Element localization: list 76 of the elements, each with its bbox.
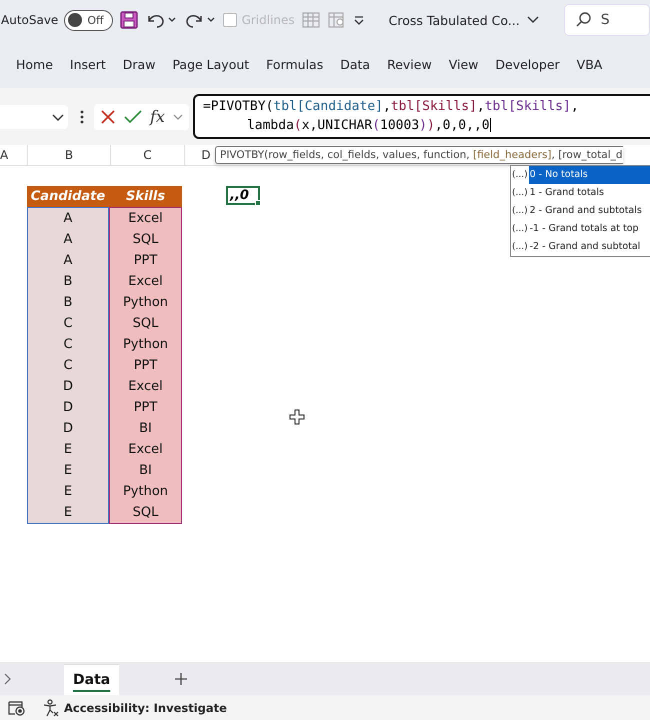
table-cell-text: D <box>62 399 74 417</box>
autocomplete-option[interactable]: 1 - Grand totals <box>528 184 650 202</box>
cell-cursor-icon <box>289 409 305 425</box>
formula-field[interactable]: =PIVOTBY(tbl[Candidate],tbl[Skills],tbl[Skills], lambda(x,UNICHAR(10003)),0,0,,0 <box>192 94 650 139</box>
table-cell-text: D <box>62 378 74 396</box>
table-cell-text: PPT <box>132 399 158 417</box>
chevron-right-icon[interactable] <box>4 672 12 684</box>
table-cell-text: PPT <box>132 357 158 375</box>
table-cell-text: E <box>62 441 74 459</box>
ribbon-tab[interactable]: Data <box>340 56 370 72</box>
more-icon[interactable] <box>80 110 84 124</box>
table-cell-text: E <box>62 504 74 522</box>
table-cell-text: SQL <box>132 315 160 333</box>
table-header-cell: Candidate <box>27 186 109 207</box>
autosave-toggle[interactable]: Off <box>64 10 113 30</box>
sheet-tab[interactable]: Data <box>64 665 120 695</box>
ribbon-tab[interactable]: Developer <box>495 56 560 72</box>
table-cell-text: Python <box>122 336 170 354</box>
check-icon[interactable] <box>124 108 142 124</box>
autocomplete-option[interactable]: -2 - Grand and subtotal <box>528 238 650 256</box>
search-icon <box>574 11 593 29</box>
ribbon-tab[interactable]: VBA <box>576 56 602 72</box>
search-field[interactable]: S <box>564 4 650 36</box>
table-cell-text: BI <box>138 462 153 480</box>
option-icon: (...) <box>511 242 529 252</box>
table-cell-text: SQL <box>132 231 160 249</box>
table-cell-text: Excel <box>127 273 164 291</box>
table-cell-text: C <box>62 315 74 333</box>
column-header[interactable]: C <box>111 145 185 165</box>
table-cell-text: A <box>62 231 74 249</box>
ribbon-tab[interactable]: Draw <box>122 56 156 72</box>
table-cell-text: D <box>62 420 74 438</box>
customize-caret-icon[interactable] <box>352 14 365 26</box>
table-cell-text: Excel <box>127 441 164 459</box>
ribbon-tab[interactable]: Home <box>16 56 53 72</box>
table-cell-text: Python <box>122 294 170 312</box>
table-cell-text: E <box>62 462 74 480</box>
ribbon-tab[interactable]: Review <box>387 56 432 72</box>
table-cell-text: PPT <box>132 252 158 270</box>
function-tooltip: PIVOTBY(row_fields, col_fields, values, function, [field_headers], [row_total_d <box>215 146 623 164</box>
table-cell-text: Python <box>122 483 170 501</box>
accessibility-status[interactable]: Accessibility: Investigate <box>64 700 227 714</box>
table-cell-text: C <box>62 357 74 375</box>
ribbon-tab[interactable]: View <box>448 56 478 72</box>
table-cell-text: E <box>62 483 74 501</box>
table-cell-text: C <box>62 336 74 354</box>
column-header[interactable]: A <box>0 145 28 165</box>
table-header-cell: Skills <box>109 186 182 207</box>
ribbon-tab[interactable]: Insert <box>70 56 106 72</box>
cancel-icon[interactable] <box>100 108 116 124</box>
active-cell[interactable]: ,,0 <box>226 186 260 205</box>
document-title[interactable]: Cross Tabulated Co... <box>388 12 520 28</box>
option-icon: (...) <box>511 224 529 234</box>
option-icon: (...) <box>511 206 529 216</box>
table-cell-text: SQL <box>132 504 160 522</box>
table-cell-text: Excel <box>127 378 164 396</box>
macro-record-icon[interactable] <box>8 700 26 716</box>
column-header[interactable]: B <box>28 145 111 165</box>
option-icon: (...) <box>511 170 529 180</box>
accessibility-icon[interactable] <box>42 698 60 716</box>
table-cell-text: A <box>62 210 74 228</box>
table-cell-text: A <box>62 252 74 270</box>
option-icon: (...) <box>511 188 529 198</box>
insert-function-button[interactable]: fx <box>150 107 165 126</box>
autocomplete-option[interactable]: 2 - Grand and subtotals <box>528 202 650 220</box>
table-cell-text: B <box>62 273 74 291</box>
add-sheet-icon[interactable] <box>174 672 188 686</box>
autocomplete-option[interactable]: 0 - No totals <box>528 166 650 184</box>
ribbon-tab[interactable]: Formulas <box>266 56 324 72</box>
save-icon[interactable] <box>118 10 139 30</box>
autocomplete-option[interactable]: -1 - Grand totals at top <box>528 220 650 238</box>
table-cell-text: BI <box>138 420 153 438</box>
autosave-label: AutoSave <box>1 13 58 27</box>
table-cell-text: Excel <box>127 210 164 228</box>
table-cell-text: B <box>62 294 74 312</box>
ribbon-tab[interactable]: Page Layout <box>172 56 250 72</box>
